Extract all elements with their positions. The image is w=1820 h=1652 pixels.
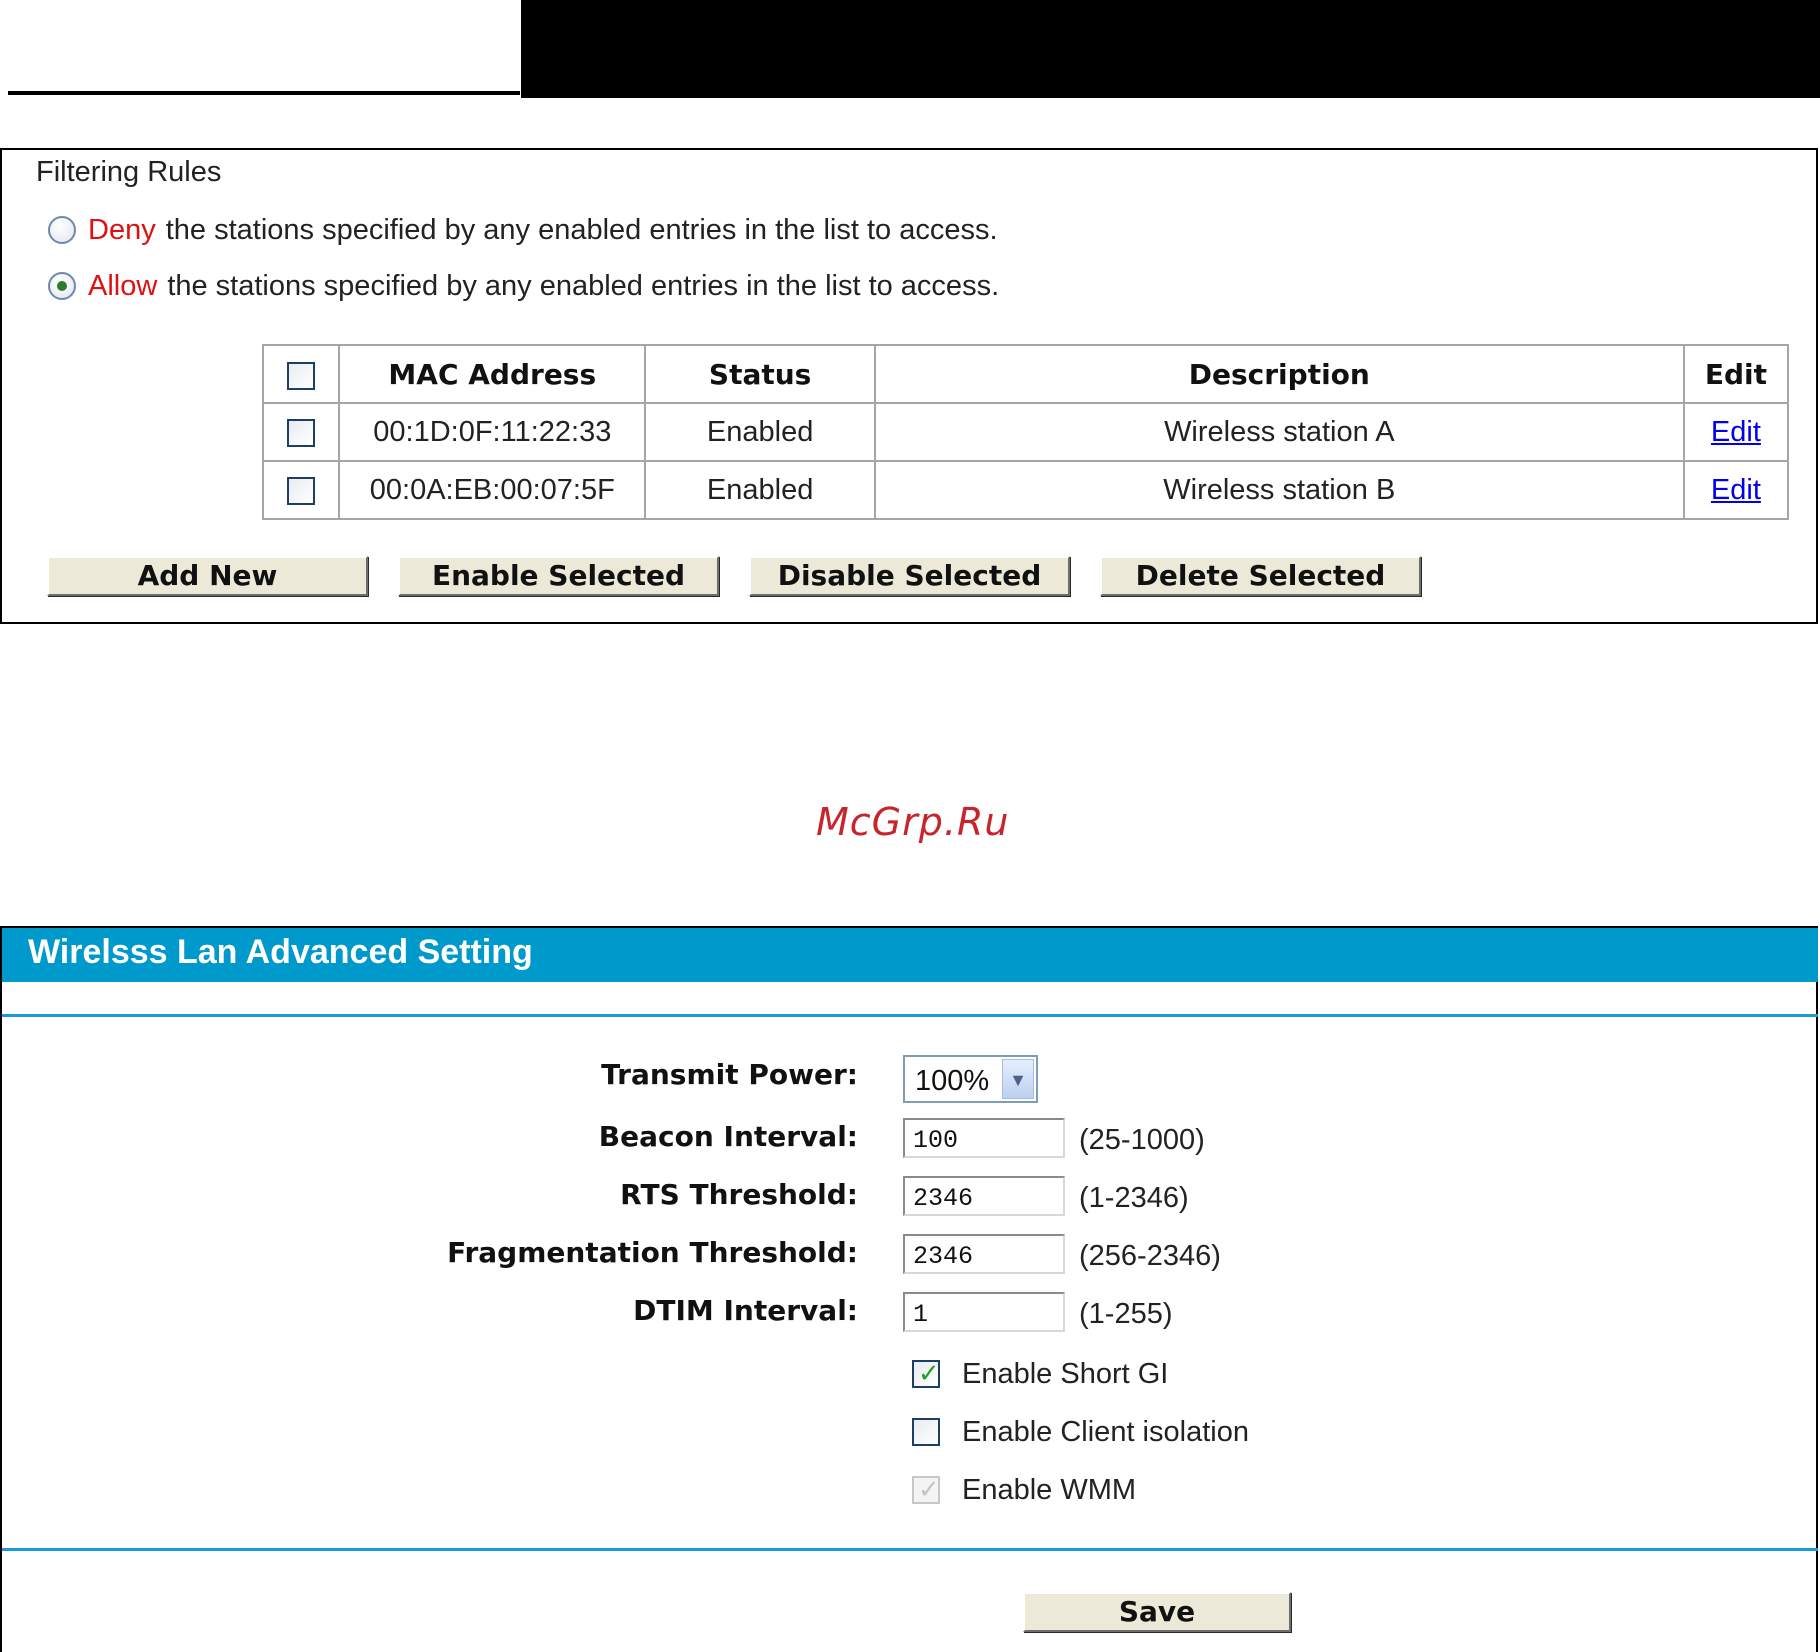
short-gi-checkbox[interactable]: ✓ bbox=[912, 1358, 940, 1388]
dtim-interval-range: (1-255) bbox=[1079, 1298, 1173, 1330]
row-select-cell bbox=[261, 402, 341, 462]
row-checkbox[interactable] bbox=[287, 418, 316, 447]
header-black-bar bbox=[521, 0, 1820, 98]
allow-rule-text: the stations specified by any enabled en… bbox=[167, 269, 1000, 302]
allow-rule-row[interactable]: Allow the stations specified by any enab… bbox=[48, 266, 999, 306]
description-cell: Wireless station B bbox=[873, 460, 1685, 520]
rts-threshold-range: (1-2346) bbox=[1079, 1182, 1189, 1214]
deny-keyword: Deny bbox=[88, 213, 156, 246]
row-select-cell bbox=[261, 460, 341, 520]
divider-top bbox=[2, 1014, 1818, 1017]
disable-selected-button[interactable]: Disable Selected bbox=[749, 556, 1070, 596]
description-cell: Wireless station A bbox=[873, 402, 1685, 462]
select-all-checkbox[interactable] bbox=[287, 361, 316, 390]
watermark-text: McGrp.Ru bbox=[816, 800, 1010, 844]
mac-filter-table: MAC Address Status Description Edit 00:1… bbox=[261, 344, 1790, 520]
filtering-rules-title: Filtering Rules bbox=[36, 156, 222, 188]
description-header: Description bbox=[873, 344, 1685, 404]
advanced-settings-title: Wirelsss Lan Advanced Setting bbox=[28, 933, 533, 971]
transmit-power-select[interactable]: 100% ▼ bbox=[903, 1055, 1038, 1103]
edit-link[interactable]: Edit bbox=[1711, 416, 1761, 448]
status-header: Status bbox=[644, 344, 876, 404]
header-black-bar-bottom bbox=[529, 92, 1820, 98]
checkmark-icon: ✓ bbox=[918, 1358, 940, 1388]
allow-radio[interactable] bbox=[48, 272, 76, 300]
short-gi-option[interactable]: ✓ Enable Short GI bbox=[912, 1354, 1168, 1394]
dtim-interval-label: DTIM Interval: bbox=[633, 1294, 858, 1327]
rts-threshold-input[interactable]: 2346 bbox=[903, 1176, 1065, 1216]
wmm-option: ✓ Enable WMM bbox=[912, 1470, 1136, 1510]
deny-radio[interactable] bbox=[48, 216, 76, 244]
enable-selected-button[interactable]: Enable Selected bbox=[398, 556, 719, 596]
chevron-down-icon[interactable]: ▼ bbox=[1002, 1059, 1034, 1099]
rts-threshold-label: RTS Threshold: bbox=[620, 1178, 858, 1211]
save-button[interactable]: Save bbox=[1023, 1592, 1291, 1632]
deny-rule-row[interactable]: Deny the stations specified by any enabl… bbox=[48, 210, 998, 250]
mac-address-header: MAC Address bbox=[338, 344, 647, 404]
status-cell: Enabled bbox=[644, 402, 876, 462]
mac-address-cell: 00:1D:0F:11:22:33 bbox=[338, 402, 647, 462]
row-checkbox[interactable] bbox=[287, 476, 316, 505]
wmm-checkbox: ✓ bbox=[912, 1474, 940, 1504]
client-isolation-label: Enable Client isolation bbox=[962, 1415, 1249, 1448]
beacon-interval-range: (25-1000) bbox=[1079, 1124, 1205, 1156]
divider-bottom bbox=[2, 1548, 1818, 1551]
checkmark-icon: ✓ bbox=[918, 1474, 940, 1504]
advanced-settings-panel bbox=[0, 926, 1818, 1652]
add-new-button[interactable]: Add New bbox=[47, 556, 368, 596]
short-gi-label: Enable Short GI bbox=[962, 1357, 1169, 1390]
dtim-interval-input[interactable]: 1 bbox=[903, 1292, 1065, 1332]
fragmentation-threshold-range: (256-2346) bbox=[1079, 1240, 1221, 1272]
transmit-power-label: Transmit Power: bbox=[601, 1058, 858, 1091]
delete-selected-button[interactable]: Delete Selected bbox=[1100, 556, 1421, 596]
client-isolation-checkbox[interactable] bbox=[912, 1418, 940, 1446]
mac-address-cell: 00:0A:EB:00:07:5F bbox=[338, 460, 647, 520]
beacon-interval-input[interactable]: 100 bbox=[903, 1118, 1065, 1158]
header-rule-left bbox=[8, 91, 520, 95]
transmit-power-value: 100% bbox=[915, 1065, 990, 1097]
table-row: 00:1D:0F:11:22:33 Enabled Wireless stati… bbox=[261, 402, 1790, 462]
select-all-cell bbox=[261, 344, 341, 404]
fragmentation-threshold-label: Fragmentation Threshold: bbox=[447, 1236, 858, 1269]
deny-rule-text: the stations specified by any enabled en… bbox=[165, 213, 998, 246]
edit-cell: Edit bbox=[1682, 402, 1790, 462]
status-cell: Enabled bbox=[644, 460, 876, 520]
client-isolation-option[interactable]: Enable Client isolation bbox=[912, 1412, 1249, 1452]
edit-header: Edit bbox=[1682, 344, 1790, 404]
wmm-label: Enable WMM bbox=[962, 1473, 1137, 1506]
edit-cell: Edit bbox=[1682, 460, 1790, 520]
table-row: 00:0A:EB:00:07:5F Enabled Wireless stati… bbox=[261, 460, 1790, 520]
edit-link[interactable]: Edit bbox=[1711, 474, 1761, 506]
allow-keyword: Allow bbox=[88, 269, 158, 302]
beacon-interval-label: Beacon Interval: bbox=[598, 1120, 858, 1153]
table-header-row: MAC Address Status Description Edit bbox=[261, 344, 1790, 404]
fragmentation-threshold-input[interactable]: 2346 bbox=[903, 1234, 1065, 1274]
